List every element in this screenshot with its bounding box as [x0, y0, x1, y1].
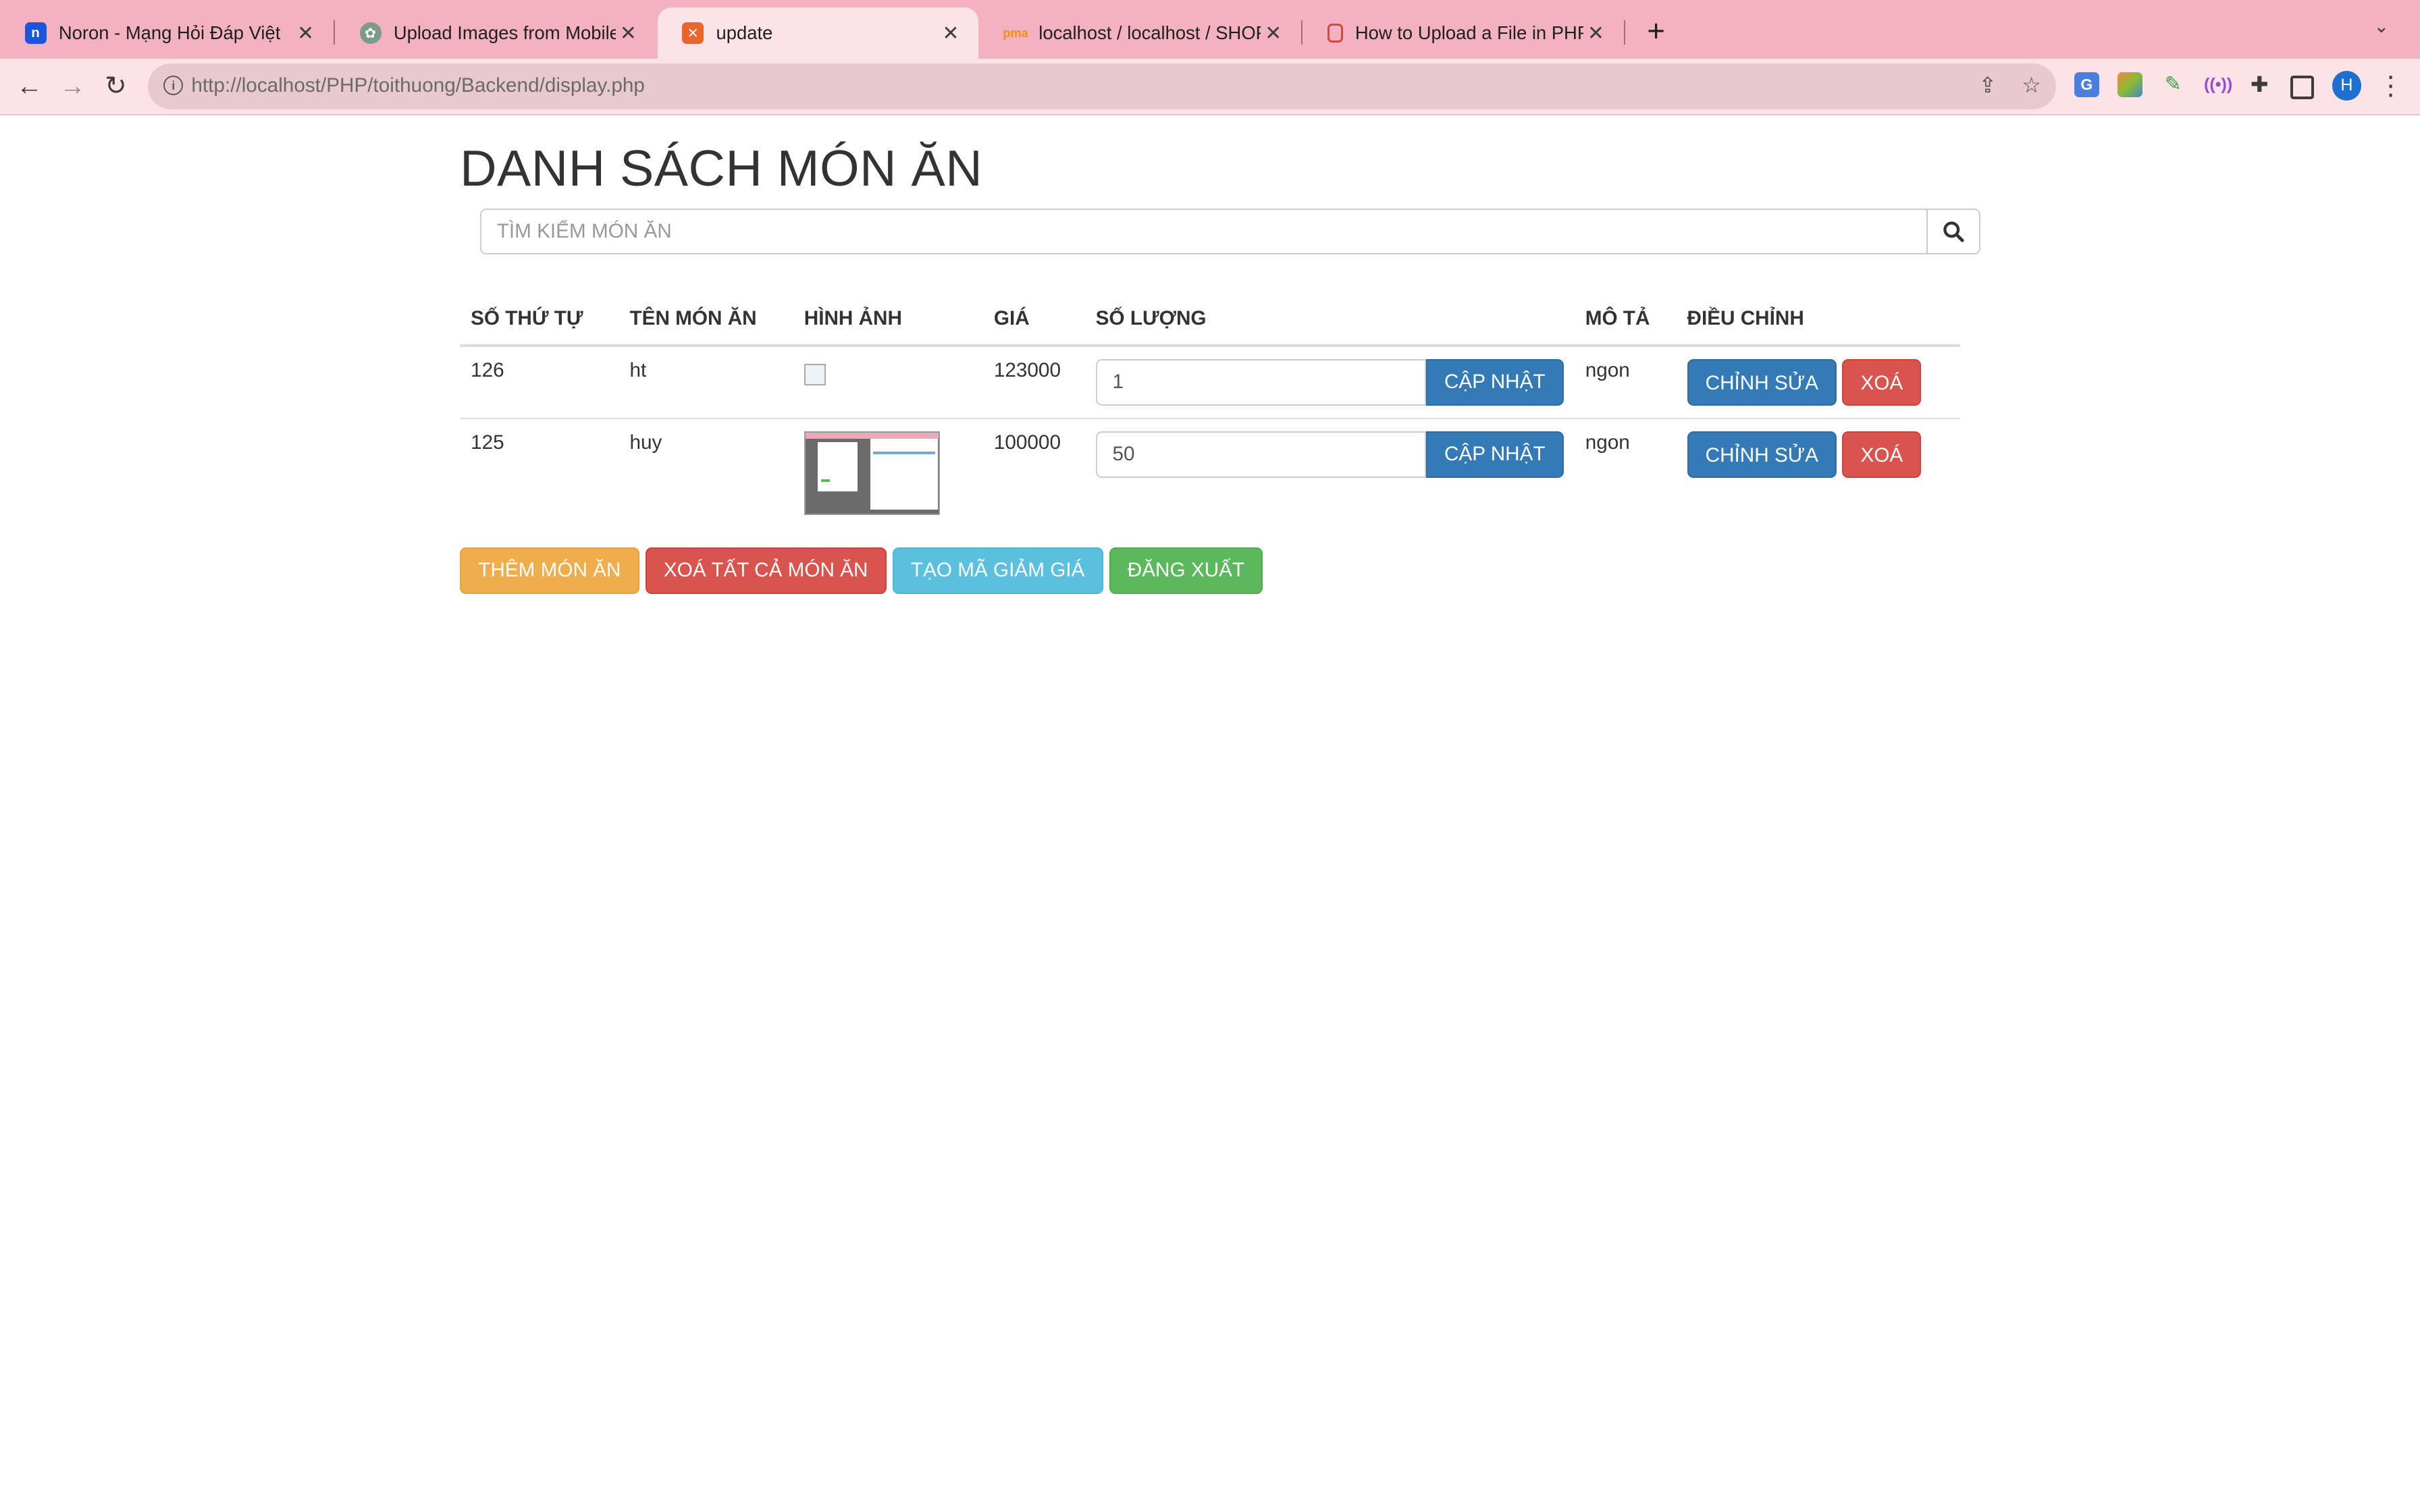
- close-icon[interactable]: ✕: [1261, 22, 1286, 45]
- tab-title: How to Upload a File in PHP (W: [1354, 22, 1583, 44]
- bookmark-star-icon[interactable]: ☆: [2022, 72, 2041, 98]
- tab-title: Noron - Mạng Hỏi Đáp Việt: [58, 22, 281, 44]
- column-header: TÊN MÓN ĂN: [619, 293, 793, 347]
- search-icon: [1943, 221, 1965, 242]
- browser-tab-phpmyadmin[interactable]: pma localhost / localhost / SHOPEE ✕: [980, 7, 1300, 58]
- noron-icon: n: [24, 22, 47, 45]
- column-header: SỐ LƯỢNG: [1084, 293, 1575, 347]
- forward-arrow-icon[interactable]: →: [54, 68, 91, 105]
- tab-title: localhost / localhost / SHOPEE: [1038, 22, 1261, 44]
- column-header: GIÁ: [982, 293, 1085, 347]
- extensions-puzzle-icon[interactable]: ✚: [2247, 72, 2272, 97]
- search-bar: [479, 208, 1980, 255]
- quantity-input[interactable]: [1095, 431, 1426, 478]
- dish-price: 100000: [982, 417, 1085, 527]
- tab-title: update: [716, 22, 773, 44]
- browser-tab-upload-images[interactable]: ✿ Upload Images from Mobile ✕: [335, 7, 656, 58]
- reload-icon[interactable]: ↻: [97, 68, 134, 105]
- xampp-icon: ✕: [682, 22, 704, 45]
- leaf-extension-icon[interactable]: ✎: [2161, 72, 2186, 97]
- broadcast-extension-icon[interactable]: ((•)): [2204, 72, 2232, 97]
- tab-title: Upload Images from Mobile: [393, 22, 616, 44]
- quantity-form: CẬP NHẬT: [1095, 358, 1564, 406]
- dish-thumbnail-image: [804, 431, 940, 515]
- search-input[interactable]: [479, 208, 1928, 255]
- dish-name: huy: [619, 417, 793, 527]
- new-tab-icon[interactable]: +: [1639, 14, 1673, 48]
- url-text: http://localhost/PHP/toithuong/Backend/d…: [191, 74, 645, 97]
- openai-icon: ✿: [359, 22, 382, 45]
- close-icon[interactable]: ✕: [293, 22, 318, 45]
- column-header: HÌNH ẢNH: [793, 293, 983, 347]
- column-header: ĐIỀU CHỈNH: [1676, 293, 1960, 347]
- dish-id: 125: [460, 417, 619, 527]
- page-title: DANH SÁCH MÓN ĂN: [460, 139, 983, 196]
- back-arrow-icon[interactable]: ←: [11, 68, 48, 105]
- quantity-form: CẬP NHẬT: [1095, 431, 1564, 478]
- create-coupon-button[interactable]: TẠO MÃ GIẢM GIÁ: [892, 547, 1103, 594]
- delete-button[interactable]: XOÁ: [1842, 358, 1922, 406]
- action-buttons: THÊM MÓN ĂN XOÁ TẤT CẢ MÓN ĂN TẠO MÃ GIẢ…: [460, 547, 1263, 594]
- tab-search-chevron-icon[interactable]: ⌄: [2373, 16, 2389, 37]
- close-icon[interactable]: ✕: [1583, 22, 1608, 45]
- dish-name: ht: [619, 344, 793, 418]
- dish-price: 123000: [982, 344, 1085, 418]
- table-row: 125 huy 100000 CẬP NHẬT: [460, 417, 1960, 527]
- browser-tab-how-to-upload[interactable]: How to Upload a File in PHP (W ✕: [1303, 7, 1623, 58]
- logout-button[interactable]: ĐĂNG XUẤT: [1109, 547, 1263, 594]
- add-dish-button[interactable]: THÊM MÓN ĂN: [460, 547, 639, 594]
- dish-description: ngon: [1574, 417, 1677, 527]
- close-icon[interactable]: ✕: [939, 22, 964, 45]
- address-bar[interactable]: i http://localhost/PHP/toithuong/Backend…: [148, 63, 2056, 110]
- dish-id: 126: [460, 344, 619, 418]
- browser-tab-update[interactable]: ✕ update ✕: [657, 7, 979, 59]
- dish-table: SỐ THỨ TỰ TÊN MÓN ĂN HÌNH ẢNH GIÁ SỐ LƯỢ…: [460, 293, 1960, 527]
- quantity-input[interactable]: [1095, 358, 1426, 406]
- update-quantity-button[interactable]: CẬP NHẬT: [1425, 431, 1564, 478]
- google-translate-icon[interactable]: G: [2074, 72, 2099, 97]
- table-header-row: SỐ THỨ TỰ TÊN MÓN ĂN HÌNH ẢNH GIÁ SỐ LƯỢ…: [460, 293, 1960, 347]
- phpmyadmin-icon: pma: [1003, 26, 1028, 40]
- share-icon[interactable]: ⇪: [1978, 72, 1997, 98]
- column-header: SỐ THỨ TỰ: [460, 293, 619, 347]
- delete-all-button[interactable]: XOÁ TẤT CẢ MÓN ĂN: [645, 547, 887, 594]
- side-panel-icon[interactable]: [2290, 75, 2315, 100]
- url-path: /PHP/toithuong/Backend/display.php: [320, 74, 645, 97]
- browser-tab-bar: n Noron - Mạng Hỏi Đáp Việt ✕ ✿ Upload I…: [0, 0, 2420, 59]
- browser-tab-noron[interactable]: n Noron - Mạng Hỏi Đáp Việt ✕: [0, 7, 334, 58]
- broken-image-icon: [804, 363, 826, 385]
- site-info-icon[interactable]: i: [163, 75, 184, 96]
- document-icon: [1327, 24, 1343, 43]
- profile-avatar[interactable]: H: [2332, 71, 2362, 101]
- column-header: MÔ TẢ: [1574, 293, 1677, 347]
- browser-toolbar: ← → ↻ i http://localhost/PHP/toithuong/B…: [0, 58, 2420, 116]
- delete-button[interactable]: XOÁ: [1842, 431, 1922, 478]
- color-picker-extension-icon[interactable]: [2117, 72, 2142, 97]
- url-host: http://localhost: [191, 74, 321, 97]
- update-quantity-button[interactable]: CẬP NHẬT: [1425, 358, 1564, 406]
- edit-button[interactable]: CHỈNH SỬA: [1687, 358, 1837, 406]
- more-menu-icon[interactable]: ⋮: [2372, 68, 2409, 105]
- edit-button[interactable]: CHỈNH SỬA: [1687, 431, 1837, 478]
- dish-description: ngon: [1574, 344, 1677, 418]
- close-icon[interactable]: ✕: [616, 22, 641, 45]
- table-row: 126 ht 123000 CẬP NHẬT ngon CHỈNH SỬA XO…: [460, 344, 1960, 418]
- search-button[interactable]: [1926, 208, 1980, 255]
- tab-separator: [1623, 20, 1625, 45]
